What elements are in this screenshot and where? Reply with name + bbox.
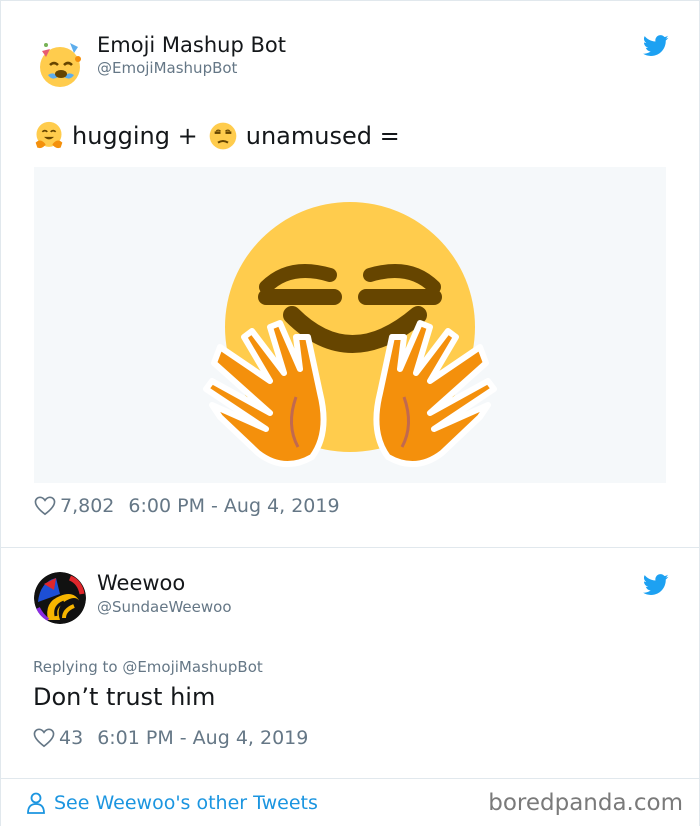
- see-other-tweets-link[interactable]: See Weewoo's other Tweets: [26, 792, 318, 814]
- replying-to-label[interactable]: Replying to @EmojiMashupBot: [33, 658, 263, 676]
- weewoo-avatar[interactable]: [34, 572, 86, 624]
- text-unamused-equals: unamused =: [245, 122, 400, 150]
- reply-tweet-meta: 43 6:01 PM - Aug 4, 2019: [33, 727, 308, 749]
- bot-like-count[interactable]: 7,802: [60, 495, 114, 517]
- text-hugging-plus: hugging +: [72, 122, 198, 150]
- person-icon: [27, 792, 45, 814]
- twitter-bird-icon[interactable]: [643, 574, 669, 596]
- heart-icon[interactable]: [34, 496, 56, 516]
- bot-tweet-meta: 7,802 6:00 PM - Aug 4, 2019: [34, 495, 340, 517]
- tweet-card-bot: Emoji Mashup Bot @EmojiMashupBot hugging…: [0, 0, 700, 548]
- reply-tweet-text: Don’t trust him: [33, 683, 216, 711]
- boredpanda-watermark: boredpanda.com: [488, 790, 683, 816]
- bot-avatar[interactable]: [34, 37, 86, 89]
- twitter-bird-icon[interactable]: [643, 35, 669, 57]
- heart-icon[interactable]: [33, 728, 55, 748]
- mashup-emoji-image[interactable]: [34, 167, 666, 483]
- reply-like-count[interactable]: 43: [59, 727, 83, 749]
- bot-tweet-text: hugging + unamused =: [34, 121, 400, 151]
- hugging-unamused-mashup-emoji: [203, 202, 497, 467]
- see-other-tweets-label[interactable]: See Weewoo's other Tweets: [54, 792, 318, 814]
- tweet-footer: See Weewoo's other Tweets boredpanda.com: [0, 778, 700, 826]
- unamused-face-icon: [209, 122, 237, 150]
- reply-handle[interactable]: @SundaeWeewoo: [97, 598, 232, 616]
- hugging-face-icon: [35, 121, 63, 149]
- reply-tweet-timestamp[interactable]: 6:01 PM - Aug 4, 2019: [97, 727, 308, 749]
- bot-tweet-timestamp[interactable]: 6:00 PM - Aug 4, 2019: [128, 495, 339, 517]
- bot-handle[interactable]: @EmojiMashupBot: [97, 59, 237, 77]
- bot-display-name[interactable]: Emoji Mashup Bot: [97, 33, 286, 57]
- reply-display-name[interactable]: Weewoo: [97, 571, 185, 595]
